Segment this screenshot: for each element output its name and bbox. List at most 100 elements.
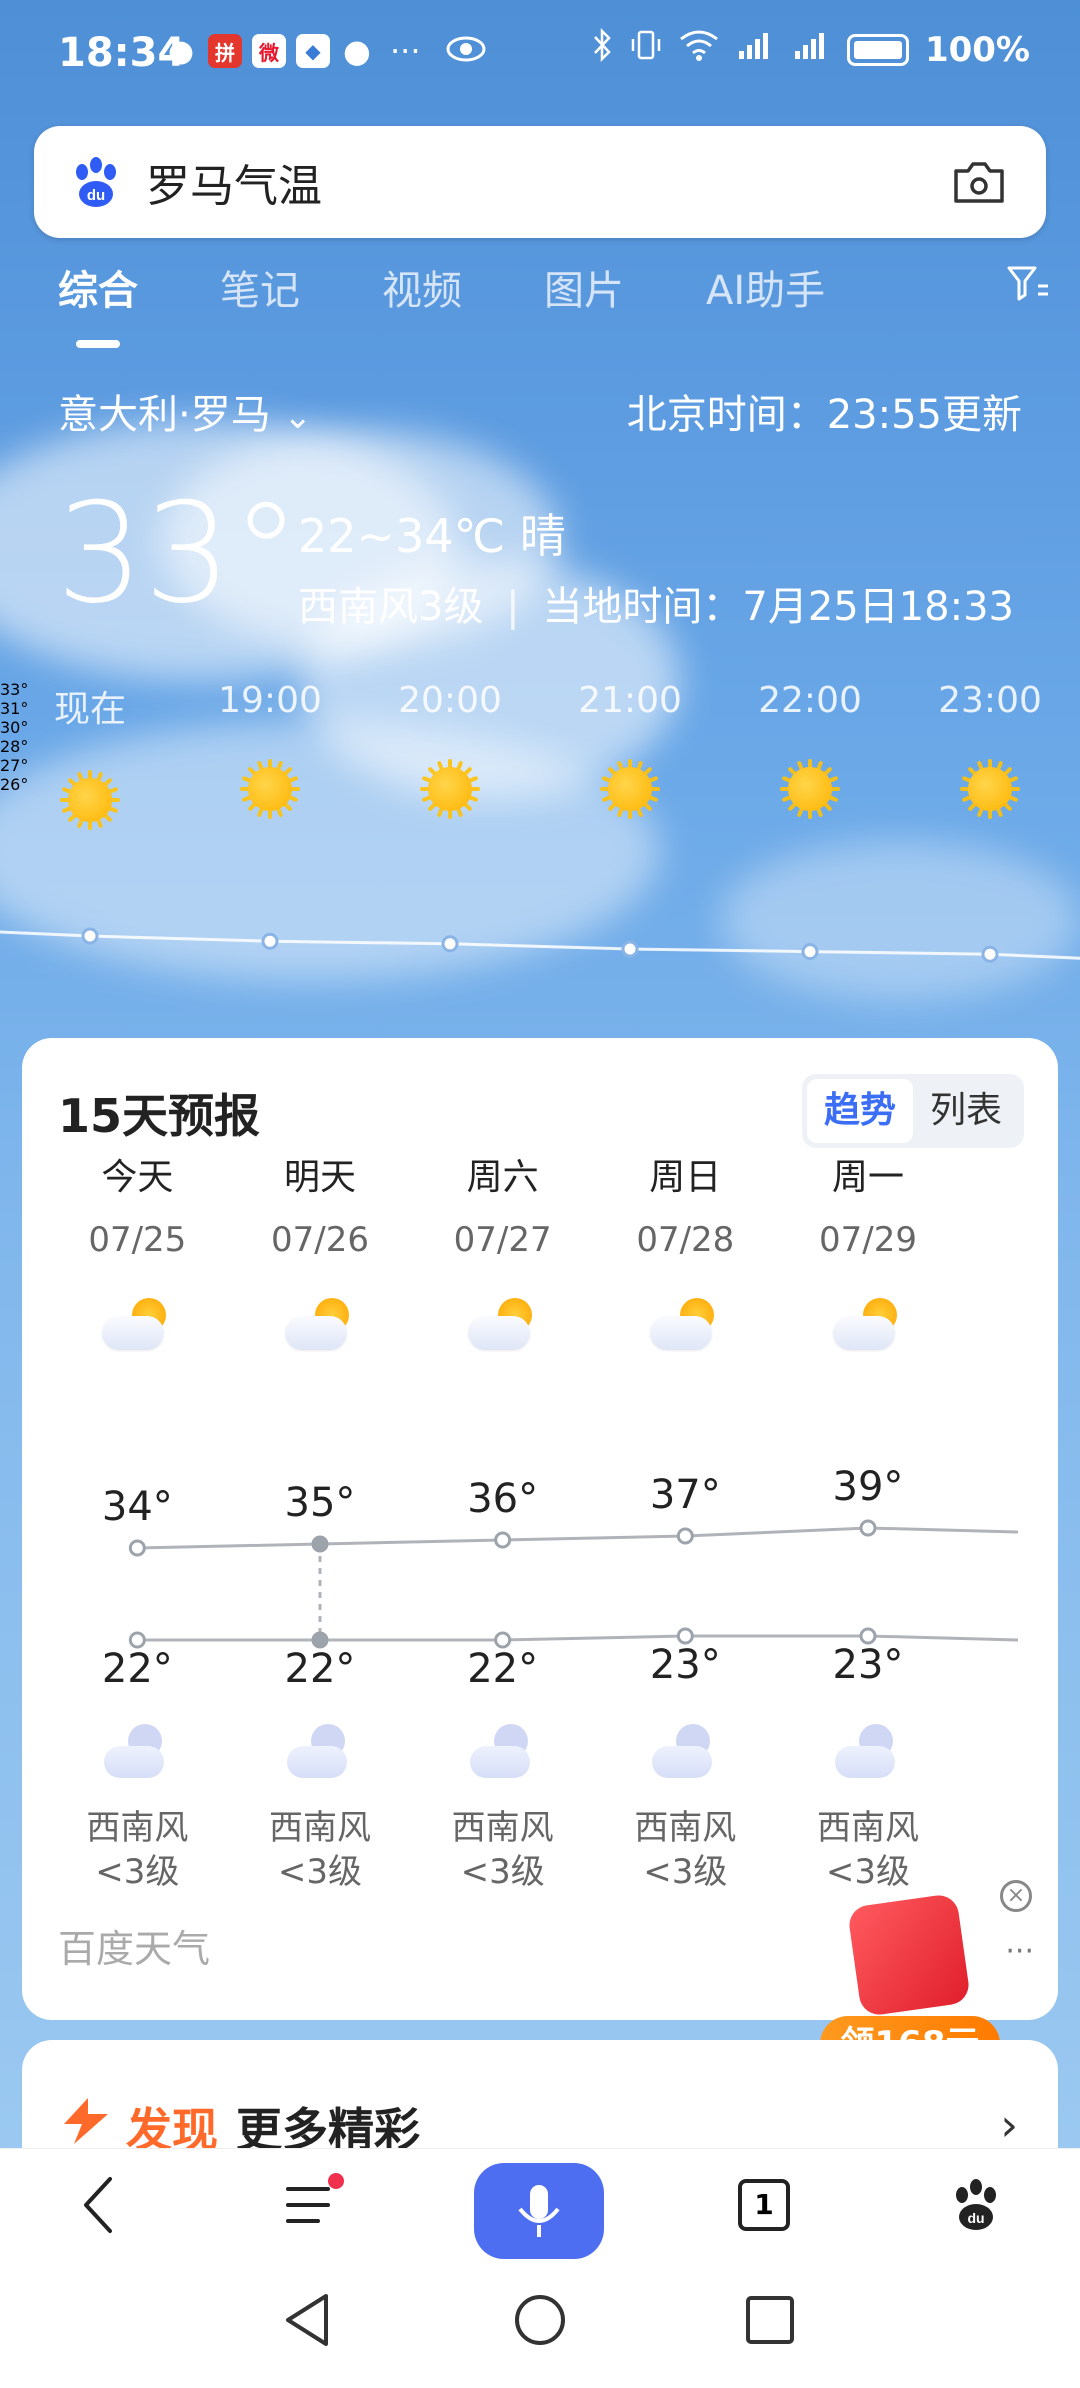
discover-section[interactable]: 发现 更多精彩 › (22, 2040, 1058, 2160)
forecast-day[interactable]: 周日 07/28 (610, 1148, 760, 1354)
night-cloudy-icon (104, 1724, 170, 1784)
low-temperature: 22° (101, 1646, 173, 1692)
sun-icon (600, 759, 660, 819)
tab-videos[interactable]: 视频 (382, 258, 462, 316)
wind-forecast: 西南风 <3级 (428, 1806, 578, 1894)
low-temperature: 23° (832, 1642, 904, 1688)
eye-icon (446, 28, 486, 74)
low-temperature: 22° (467, 1646, 539, 1692)
search-input[interactable]: 罗马气温 (146, 150, 322, 214)
more-notifications: ··· (390, 32, 421, 70)
vibrate-icon (629, 28, 663, 71)
low-temperature-point (494, 1631, 512, 1649)
night-cloudy-icon (652, 1724, 718, 1784)
partly-cloudy-icon (284, 1298, 355, 1354)
sun-icon (240, 759, 300, 819)
status-bar: 18:34 ● 拼 微 ◆ ● ··· 100% (0, 0, 1080, 110)
close-icon[interactable]: × (1000, 1880, 1032, 1912)
wifi-icon (679, 29, 719, 70)
nav-home-icon[interactable] (512, 2292, 568, 2348)
day-name: 明天 (283, 1157, 356, 1198)
browser-toolbar: 1 du (0, 2148, 1080, 2268)
high-temperature: 39° (832, 1464, 904, 1510)
sun-icon (60, 770, 120, 830)
low-temperature-point (128, 1631, 146, 1649)
low-temperature-line (137, 1634, 1019, 1642)
baidu-paw-icon: du (76, 157, 116, 207)
partly-cloudy-icon (467, 1298, 538, 1354)
wind-level: <3级 (460, 1852, 545, 1892)
baidu-home-icon[interactable]: du (948, 2173, 1004, 2237)
wind-direction: 西南风 (451, 1808, 554, 1848)
partly-cloudy-icon (102, 1298, 172, 1354)
filter-icon[interactable] (1006, 264, 1050, 304)
battery-icon (846, 33, 909, 66)
hour-point (441, 935, 459, 953)
tabs-count-button[interactable]: 1 (738, 2179, 790, 2231)
sun-icon (960, 759, 1020, 819)
wind-forecast: 西南风 <3级 (610, 1806, 760, 1894)
location-selector[interactable]: 意大利·罗马 ⌄ (58, 382, 312, 440)
partly-cloudy-icon (832, 1298, 903, 1354)
wind-direction: 西南风 (634, 1808, 737, 1848)
svg-text:du: du (87, 187, 105, 204)
hour-column: 现在 (20, 680, 160, 830)
partly-cloudy-icon (650, 1298, 720, 1354)
menu-icon[interactable] (284, 2173, 344, 2237)
forecast-day[interactable]: 明天 07/26 (245, 1148, 395, 1354)
day-name: 周日 (649, 1157, 722, 1198)
forecast-day[interactable]: 今天 07/25 (62, 1148, 212, 1354)
forecast-day[interactable]: 周一 07/29 (793, 1148, 943, 1354)
tab-ai-assistant[interactable]: AI助手 (706, 258, 825, 316)
high-temperature-point (128, 1539, 146, 1557)
voice-search-button[interactable] (474, 2163, 604, 2259)
notification-icons: ● 拼 微 ◆ ● ··· (164, 32, 421, 70)
hour-column: 23:00 (920, 680, 1060, 819)
day-name: 周一 (831, 1157, 904, 1198)
trend-toggle-button[interactable]: 趋势 (807, 1079, 913, 1143)
nav-back-icon[interactable] (282, 2292, 332, 2348)
wechat-icon: ● (167, 33, 195, 69)
tab-notes[interactable]: 笔记 (220, 258, 300, 316)
system-status: 100% (593, 27, 1030, 71)
wind-direction: 西南风 (816, 1808, 919, 1848)
day-date: 07/28 (636, 1220, 735, 1260)
signal-icon-1 (735, 29, 775, 70)
back-icon[interactable] (78, 2173, 118, 2237)
night-cloudy-icon (834, 1724, 901, 1784)
camera-icon[interactable] (950, 157, 1008, 207)
pinduoduo-icon: 拼 (208, 34, 242, 68)
hourly-forecast[interactable]: 现在 33° 19:00 31° 20:00 30° 21:00 28° 22:00 27° 23:… (0, 680, 1080, 1000)
list-toggle-button[interactable]: 列表 (913, 1079, 1019, 1143)
tab-comprehensive[interactable]: 综合 (58, 258, 138, 348)
microphone-icon (518, 2185, 560, 2237)
local-time: 当地时间：7月25日18:33 (542, 584, 1014, 630)
hourly-line (0, 930, 1080, 960)
nav-recents-icon[interactable] (744, 2294, 796, 2346)
forecast-day[interactable]: 周六 07/27 (428, 1148, 578, 1354)
tab-images[interactable]: 图片 (544, 258, 624, 316)
chevron-right-icon[interactable]: › (1000, 2100, 1018, 2151)
weather-source: 百度天气 (58, 1927, 211, 1971)
wind-info: 西南风3级 (298, 584, 484, 630)
hour-point (801, 943, 819, 961)
day-date: 07/25 (88, 1220, 187, 1260)
hour-column: 21:00 (560, 680, 700, 819)
svg-text:du: du (967, 2210, 984, 2226)
hour-time: 20:00 (398, 680, 502, 721)
bluetooth-icon (593, 27, 613, 71)
wind-direction: 西南风 (268, 1808, 371, 1848)
day-date: 07/26 (270, 1220, 369, 1260)
lightning-icon (64, 2098, 108, 2144)
search-bar[interactable]: du 罗马气温 (34, 126, 1046, 238)
low-temperature: 22° (284, 1646, 356, 1692)
high-temperature: 37° (649, 1472, 721, 1518)
high-temperature: 34° (101, 1484, 173, 1530)
high-temperature-point (859, 1519, 877, 1537)
more-icon[interactable]: ··· (1005, 1934, 1034, 1969)
location-name: 意大利·罗马 (58, 392, 271, 438)
low-temperature-point (676, 1627, 694, 1645)
search-tabs: 综合 笔记 视频 图片 AI助手 (58, 258, 907, 348)
night-cloudy-icon (469, 1724, 536, 1784)
hour-time: 21:00 (578, 680, 682, 721)
